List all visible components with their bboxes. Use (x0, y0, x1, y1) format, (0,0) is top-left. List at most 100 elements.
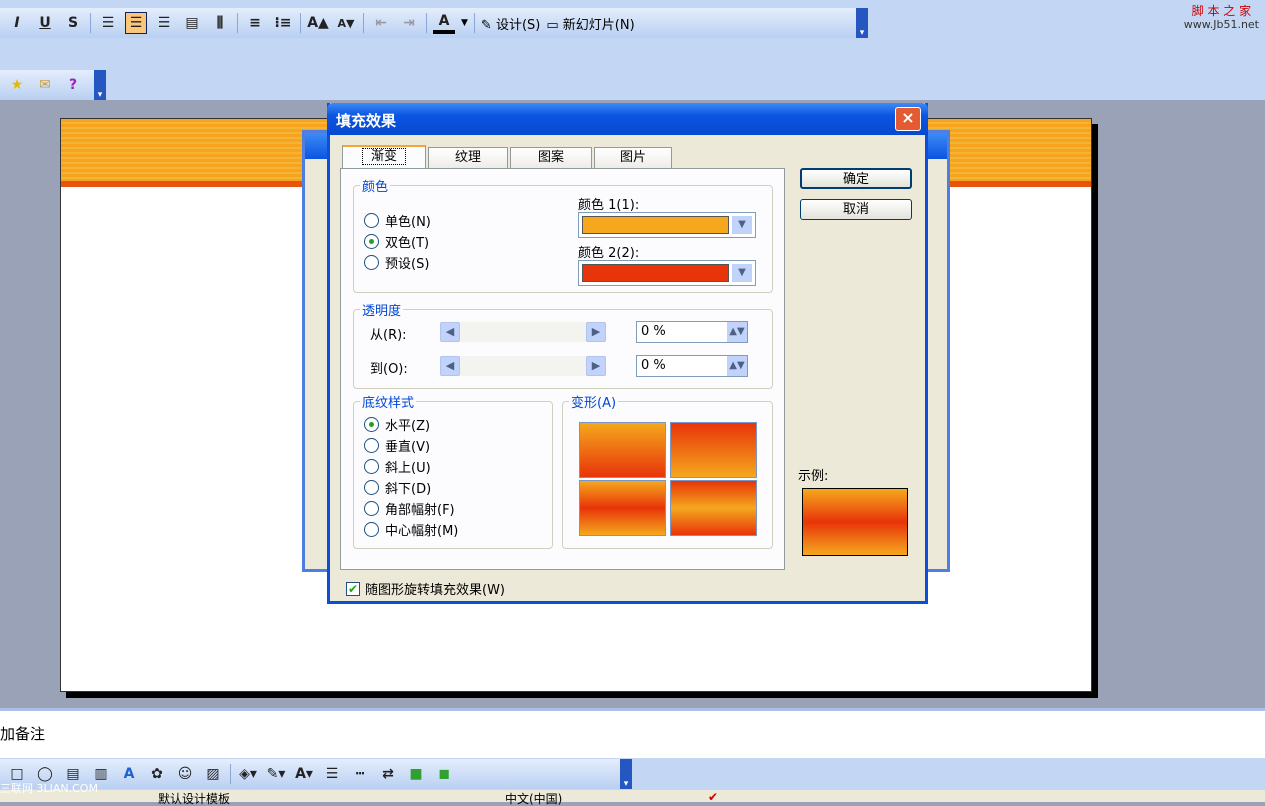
line-style-icon[interactable]: ☰ (321, 763, 343, 785)
star-icon[interactable]: ★ (6, 74, 28, 96)
wordart-icon[interactable]: A (118, 763, 140, 785)
separator (90, 13, 91, 33)
increase-indent-icon[interactable]: ⇥ (398, 12, 420, 34)
distribute-icon[interactable]: ▤ (181, 12, 203, 34)
numbered-list-icon[interactable]: ≡ (244, 12, 266, 34)
3d-icon[interactable]: ◼ (433, 763, 455, 785)
notes-pane[interactable]: 加备注 (0, 708, 1265, 758)
align-left-icon[interactable]: ☰ (97, 12, 119, 34)
toolbar-options-button[interactable]: ▾ (856, 8, 868, 38)
variant-3[interactable] (579, 480, 666, 536)
radio-circle (364, 213, 379, 228)
spin-icon[interactable]: ▲▼ (727, 356, 747, 376)
chevron-down-icon: ▼ (732, 216, 752, 234)
to-slider[interactable]: ◀ ▶ (440, 356, 606, 376)
watermark-bottom: 三联网 3LIAN.COM (0, 782, 98, 795)
to-spinner[interactable]: 0 % ▲▼ (636, 355, 748, 377)
new-slide-button[interactable]: ▭ 新幻灯片(N) (546, 14, 634, 33)
cancel-button[interactable]: 取消 (800, 199, 912, 220)
radio-circle (364, 459, 379, 474)
close-button[interactable]: × (895, 107, 921, 131)
align-right-icon[interactable]: ☰ (153, 12, 175, 34)
from-spinner[interactable]: 0 % ▲▼ (636, 321, 748, 343)
line-color-icon[interactable]: ✎▾ (265, 763, 287, 785)
radio-label: 水平(Z) (385, 419, 431, 434)
arrow-left-icon[interactable]: ◀ (440, 356, 460, 376)
toolbar-options-button[interactable]: ▾ (94, 70, 106, 100)
radio-from-center[interactable]: 中心幅射(M) (364, 519, 458, 540)
variants-group: 变形(A) (562, 392, 773, 549)
italic-button[interactable]: I (6, 12, 28, 34)
radio-diagonal-up[interactable]: 斜上(U) (364, 456, 458, 477)
separator (230, 764, 231, 784)
color2-swatch (582, 264, 729, 282)
fill-color-icon[interactable]: ◈▾ (237, 763, 259, 785)
font-color-icon[interactable]: A▾ (293, 763, 315, 785)
radio-one-color[interactable]: 单色(N) (364, 210, 431, 231)
chevron-down-icon[interactable]: ▼ (461, 18, 468, 28)
status-bar: 默认设计模板 中文(中国) ✔ (0, 790, 1265, 806)
variant-1[interactable] (579, 422, 666, 478)
radio-label: 角部幅射(F) (385, 503, 455, 518)
increase-font-icon[interactable]: A▲ (307, 12, 329, 34)
radio-label: 中心幅射(M) (385, 524, 459, 539)
variant-4[interactable] (670, 480, 757, 536)
color1-dropdown[interactable]: ▼ (578, 212, 756, 238)
decrease-font-icon[interactable]: A▼ (335, 12, 357, 34)
radio-label: 单色(N) (385, 215, 431, 230)
tab-gradient[interactable]: 渐变 (342, 145, 426, 170)
diagram-icon[interactable]: ✿ (146, 763, 168, 785)
radio-circle (364, 480, 379, 495)
bullet-list-icon[interactable]: ⁝≡ (272, 12, 294, 34)
shadow-button[interactable]: S (62, 12, 84, 34)
variant-2[interactable] (670, 422, 757, 478)
rotate-with-shape-checkbox[interactable]: ✔ 随图形旋转填充效果(W) (346, 579, 505, 598)
color-group: 颜色 单色(N) 双色(T) 预设(S) 颜色 1(1): ▼ 颜色 2(2):… (353, 176, 773, 293)
radio-vertical[interactable]: 垂直(V) (364, 435, 458, 456)
color1-swatch (582, 216, 729, 234)
underline-button[interactable]: U (34, 12, 56, 34)
from-slider[interactable]: ◀ ▶ (440, 322, 606, 342)
radio-label: 斜下(D) (385, 482, 432, 497)
shadow-icon[interactable]: ■ (405, 763, 427, 785)
radio-label: 斜上(U) (385, 461, 431, 476)
radio-preset[interactable]: 预设(S) (364, 252, 431, 273)
radio-circle (364, 501, 379, 516)
new-slide-label: 新幻灯片(N) (562, 17, 635, 33)
arrow-left-icon[interactable]: ◀ (440, 322, 460, 342)
toolbar-options-button[interactable]: ▾ (620, 759, 632, 789)
arrow-right-icon[interactable]: ▶ (586, 356, 606, 376)
dash-style-icon[interactable]: ┅ (349, 763, 371, 785)
radio-circle (364, 234, 379, 249)
ok-button[interactable]: 确定 (800, 168, 912, 189)
separator (363, 13, 364, 33)
picture-icon[interactable]: ▨ (202, 763, 224, 785)
tab-picture[interactable]: 图片 (594, 147, 672, 169)
tab-texture[interactable]: 纹理 (428, 147, 508, 169)
radio-label: 垂直(V) (385, 440, 431, 455)
arrow-right-icon[interactable]: ▶ (586, 322, 606, 342)
radio-horizontal[interactable]: 水平(Z) (364, 414, 458, 435)
arrow-style-icon[interactable]: ⇄ (377, 763, 399, 785)
clipart-icon[interactable]: ☺ (174, 763, 196, 785)
spin-icon[interactable]: ▲▼ (727, 322, 747, 342)
design-label: 设计(S) (495, 17, 541, 33)
mail-icon[interactable]: ✉ (34, 74, 56, 96)
align-center-icon[interactable]: ☰ (125, 12, 147, 34)
color2-dropdown[interactable]: ▼ (578, 260, 756, 286)
sample-preview (802, 488, 908, 556)
radio-diagonal-down[interactable]: 斜下(D) (364, 477, 458, 498)
tab-pattern[interactable]: 图案 (510, 147, 592, 169)
help-icon[interactable]: ? (62, 74, 84, 96)
gradient-panel: 颜色 单色(N) 双色(T) 预设(S) 颜色 1(1): ▼ 颜色 2(2):… (340, 168, 785, 570)
sample-label: 示例: (798, 469, 829, 484)
radio-from-corner[interactable]: 角部幅射(F) (364, 498, 458, 519)
decrease-indent-icon[interactable]: ⇤ (370, 12, 392, 34)
design-button[interactable]: ✎ 设计(S) (481, 14, 540, 33)
separator (426, 13, 427, 33)
vertical-text-icon[interactable]: ⫼ (209, 12, 231, 34)
radio-two-colors[interactable]: 双色(T) (364, 231, 431, 252)
font-color-icon[interactable]: A (433, 12, 455, 34)
formatting-toolbar: I U S ☰ ☰ ☰ ▤ ⫼ ≡ ⁝≡ A▲ A▼ ⇤ ⇥ A ▼ ✎ 设计(S… (0, 8, 860, 38)
separator (237, 13, 238, 33)
